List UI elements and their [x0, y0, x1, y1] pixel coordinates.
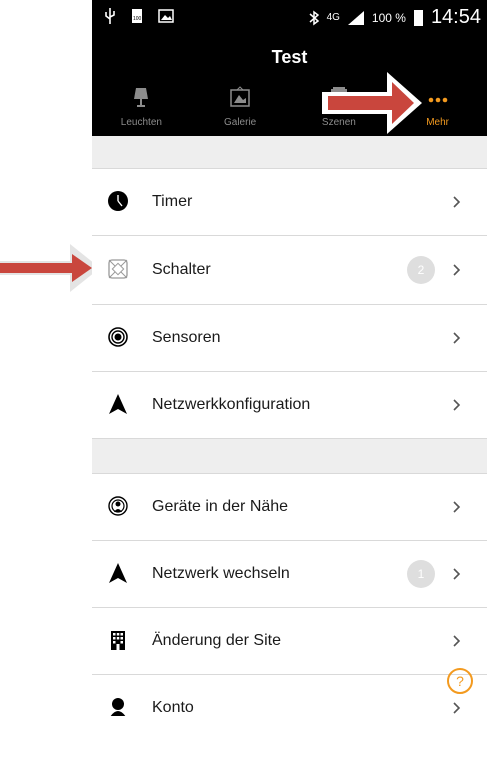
bluetooth-icon	[309, 10, 319, 25]
account-icon	[110, 698, 126, 716]
menu-item-konto[interactable]: Konto	[92, 675, 487, 716]
nearby-devices-icon	[108, 496, 128, 516]
timer-icon	[108, 191, 128, 211]
chevron-right-icon	[453, 568, 461, 580]
battery-icon	[413, 9, 423, 26]
site-change-icon	[111, 631, 125, 650]
annotation-arrow-right	[322, 72, 422, 134]
menu-item-label: Timer	[152, 193, 193, 210]
gallery-icon	[230, 86, 250, 107]
menu-item-label: Netzwerk wechseln	[152, 565, 290, 582]
count-badge: 2	[407, 256, 435, 284]
lamp-icon	[134, 88, 149, 107]
menu-item-netzwerkkonfiguration[interactable]: Netzwerkkonfiguration	[92, 372, 487, 439]
count-badge: 1	[407, 560, 435, 588]
page-title: Test	[271, 46, 308, 67]
help-icon[interactable]: ?	[447, 668, 473, 694]
menu-item-sensoren[interactable]: Sensoren	[92, 305, 487, 372]
chevron-right-icon	[453, 332, 461, 344]
tab-label: Galerie	[224, 117, 257, 128]
menu-item-geraete-in-der-naehe[interactable]: Geräte in der Nähe	[92, 474, 487, 541]
tab-galerie[interactable]: Galerie	[191, 80, 290, 136]
signal-icon	[347, 10, 364, 25]
menu-item-label: Netzwerkkonfiguration	[152, 396, 311, 413]
network-config-icon	[109, 394, 127, 414]
section-divider	[92, 439, 487, 474]
sensor-icon	[108, 327, 128, 347]
menu-item-netzwerk-wechseln[interactable]: Netzwerk wechseln 1	[92, 541, 487, 608]
menu-item-label: Schalter	[152, 261, 211, 278]
switch-icon	[108, 259, 128, 279]
tab-label: Leuchten	[120, 117, 162, 128]
phone-screen: 100 4G 100 % 14:54 Test Leuchten Galerie…	[92, 0, 487, 716]
network-switch-icon	[109, 563, 127, 583]
usb-icon	[105, 8, 115, 24]
menu-item-aenderung-der-site[interactable]: Änderung der Site	[92, 608, 487, 675]
chevron-right-icon	[453, 702, 461, 714]
menu-item-timer[interactable]: Timer	[92, 169, 487, 236]
status-time: 14:54	[430, 6, 481, 28]
chevron-right-icon	[453, 264, 461, 276]
image-icon	[158, 9, 174, 23]
battery-small-icon: 100	[132, 9, 142, 23]
section-divider	[92, 136, 487, 169]
status-bar: 100 4G 100 % 14:54	[92, 0, 487, 34]
battery-percent: 100 %	[371, 10, 406, 25]
menu-item-label: Sensoren	[152, 329, 221, 346]
help-symbol: ?	[456, 673, 464, 689]
menu-item-label: Änderung der Site	[152, 632, 281, 649]
menu-item-label: Konto	[152, 699, 194, 716]
chevron-right-icon	[453, 501, 461, 513]
menu-item-label: Geräte in der Nähe	[152, 498, 289, 515]
network-type-label: 4G	[326, 12, 340, 23]
battery-small-label: 100	[133, 16, 142, 22]
chevron-right-icon	[453, 399, 461, 411]
tab-leuchten[interactable]: Leuchten	[92, 80, 191, 136]
chevron-right-icon	[453, 196, 461, 208]
menu-item-schalter[interactable]: Schalter 2	[92, 236, 487, 305]
chevron-right-icon	[453, 635, 461, 647]
